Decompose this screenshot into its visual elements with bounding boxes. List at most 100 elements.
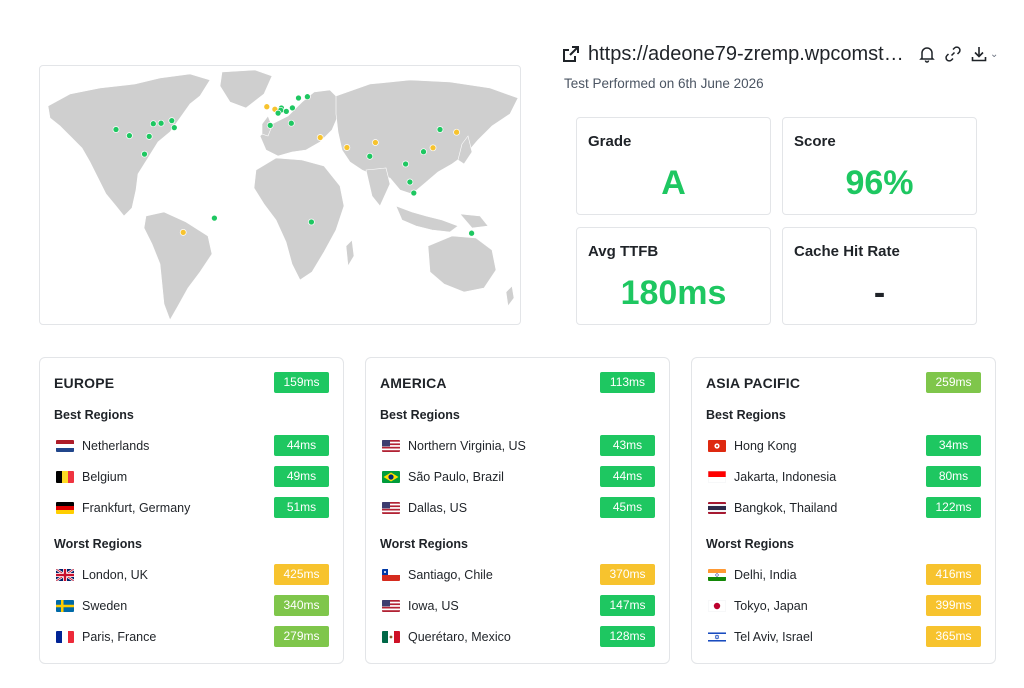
- location-name: Hong Kong: [734, 439, 797, 453]
- worst-region-row: Delhi, India 416ms: [706, 564, 981, 586]
- best-region-row: Dallas, US 45ms: [380, 497, 655, 519]
- ttfb-badge: 80ms: [926, 466, 981, 487]
- location-marker[interactable]: [287, 119, 295, 127]
- location-marker[interactable]: [126, 132, 133, 139]
- mexico-flag-icon: [382, 631, 400, 643]
- location-marker[interactable]: [149, 120, 157, 128]
- location-marker[interactable]: [429, 144, 437, 152]
- location-marker[interactable]: [402, 160, 409, 168]
- location-marker[interactable]: [308, 218, 315, 226]
- worst-region-row: Querétaro, Mexico 128ms: [380, 626, 655, 648]
- location-marker[interactable]: [343, 144, 351, 151]
- location-marker[interactable]: [372, 139, 379, 146]
- best-region-row: Hong Kong 34ms: [706, 435, 981, 457]
- thailand-flag-icon: [708, 502, 726, 514]
- location-name: Santiago, Chile: [408, 568, 493, 582]
- location-name: Frankfurt, Germany: [82, 501, 191, 515]
- best-region-row: Netherlands 44ms: [54, 435, 329, 457]
- site-url[interactable]: https://adeone79-zremp.wpcomstagin...: [588, 43, 910, 66]
- location-marker[interactable]: [157, 119, 165, 127]
- ttfb-badge: 45ms: [600, 497, 655, 518]
- cache-hit-rate-value: -: [873, 274, 886, 312]
- location-name: Bangkok, Thailand: [734, 501, 838, 515]
- indonesia-flag-icon: [708, 471, 726, 483]
- location-marker[interactable]: [304, 93, 311, 101]
- worst-region-row: London, UK 425ms: [54, 564, 329, 586]
- worst-region-row: Tel Aviv, Israel 365ms: [706, 626, 981, 648]
- israel-flag-icon: [708, 631, 726, 643]
- region-title: EUROPE: [54, 375, 115, 391]
- location-marker[interactable]: [468, 229, 475, 237]
- location-marker[interactable]: [141, 150, 148, 158]
- location-marker[interactable]: [366, 152, 374, 160]
- worst-region-row: Tokyo, Japan 399ms: [706, 595, 981, 617]
- ttfb-badge: 49ms: [274, 466, 329, 487]
- ttfb-badge: 44ms: [274, 435, 329, 456]
- region-average-badge: 259ms: [926, 372, 981, 393]
- ttfb-badge: 340ms: [274, 595, 329, 616]
- location-name: London, UK: [82, 568, 149, 582]
- japan-flag-icon: [708, 600, 726, 612]
- france-flag-icon: [56, 631, 74, 643]
- worst-region-row: Iowa, US 147ms: [380, 595, 655, 617]
- external-link-icon[interactable]: [562, 45, 580, 63]
- bell-icon[interactable]: [918, 45, 936, 63]
- best-regions-heading: Best Regions: [380, 408, 460, 422]
- netherlands-flag-icon: [56, 440, 74, 452]
- cache-hit-rate-label: Cache Hit Rate: [794, 243, 900, 260]
- brazil-flag-icon: [382, 471, 400, 483]
- ttfb-badge: 44ms: [600, 466, 655, 487]
- chevron-down-icon[interactable]: ⌄: [990, 49, 998, 60]
- worst-regions-heading: Worst Regions: [54, 537, 142, 551]
- ttfb-badge: 122ms: [926, 497, 981, 518]
- best-region-row: Northern Virginia, US 43ms: [380, 435, 655, 457]
- location-marker[interactable]: [406, 178, 414, 186]
- location-marker[interactable]: [168, 117, 176, 124]
- location-name: Tokyo, Japan: [734, 599, 808, 613]
- ttfb-badge: 425ms: [274, 564, 329, 585]
- location-name: Iowa, US: [408, 599, 459, 613]
- best-region-row: Frankfurt, Germany 51ms: [54, 497, 329, 519]
- location-name: Sweden: [82, 599, 128, 613]
- worst-region-row: Santiago, Chile 370ms: [380, 564, 655, 586]
- location-marker[interactable]: [282, 108, 290, 115]
- location-marker[interactable]: [266, 122, 274, 129]
- location-name: Dallas, US: [408, 501, 468, 515]
- location-name: Paris, France: [82, 630, 157, 644]
- uk-flag-icon: [56, 569, 74, 581]
- location-marker[interactable]: [410, 189, 418, 197]
- score-value: 96%: [845, 164, 914, 202]
- location-marker[interactable]: [436, 126, 444, 133]
- location-marker[interactable]: [112, 126, 120, 133]
- ttfb-badge: 128ms: [600, 626, 655, 647]
- location-marker[interactable]: [145, 133, 153, 140]
- us-flag-icon: [382, 600, 400, 612]
- location-marker[interactable]: [316, 134, 324, 141]
- location-marker[interactable]: [170, 124, 178, 131]
- link-icon[interactable]: [944, 45, 962, 63]
- location-marker[interactable]: [295, 94, 302, 102]
- region-title: ASIA PACIFIC: [706, 375, 801, 391]
- location-marker[interactable]: [263, 103, 271, 111]
- location-marker[interactable]: [211, 214, 218, 222]
- download-icon[interactable]: [970, 45, 988, 63]
- location-name: Jakarta, Indonesia: [734, 470, 837, 484]
- worst-region-row: Sweden 340ms: [54, 595, 329, 617]
- region-average-badge: 159ms: [274, 372, 329, 393]
- location-marker[interactable]: [289, 104, 296, 112]
- india-flag-icon: [708, 569, 726, 581]
- location-name: Belgium: [82, 470, 128, 484]
- site-header: https://adeone79-zremp.wpcomstagin... ⌄ …: [562, 40, 1002, 91]
- region-title: AMERICA: [380, 375, 447, 391]
- ttfb-badge: 370ms: [600, 564, 655, 585]
- us-flag-icon: [382, 502, 400, 514]
- region-card-europe: EUROPE 159ms Best Regions Worst Regions Neth…: [39, 357, 344, 664]
- location-marker[interactable]: [274, 109, 282, 117]
- location-marker[interactable]: [420, 148, 427, 156]
- ttfb-badge: 399ms: [926, 595, 981, 616]
- location-marker[interactable]: [179, 229, 187, 236]
- ttfb-badge: 416ms: [926, 564, 981, 585]
- worst-region-row: Paris, France 279ms: [54, 626, 329, 648]
- location-marker[interactable]: [453, 128, 460, 136]
- ttfb-badge: 51ms: [274, 497, 329, 518]
